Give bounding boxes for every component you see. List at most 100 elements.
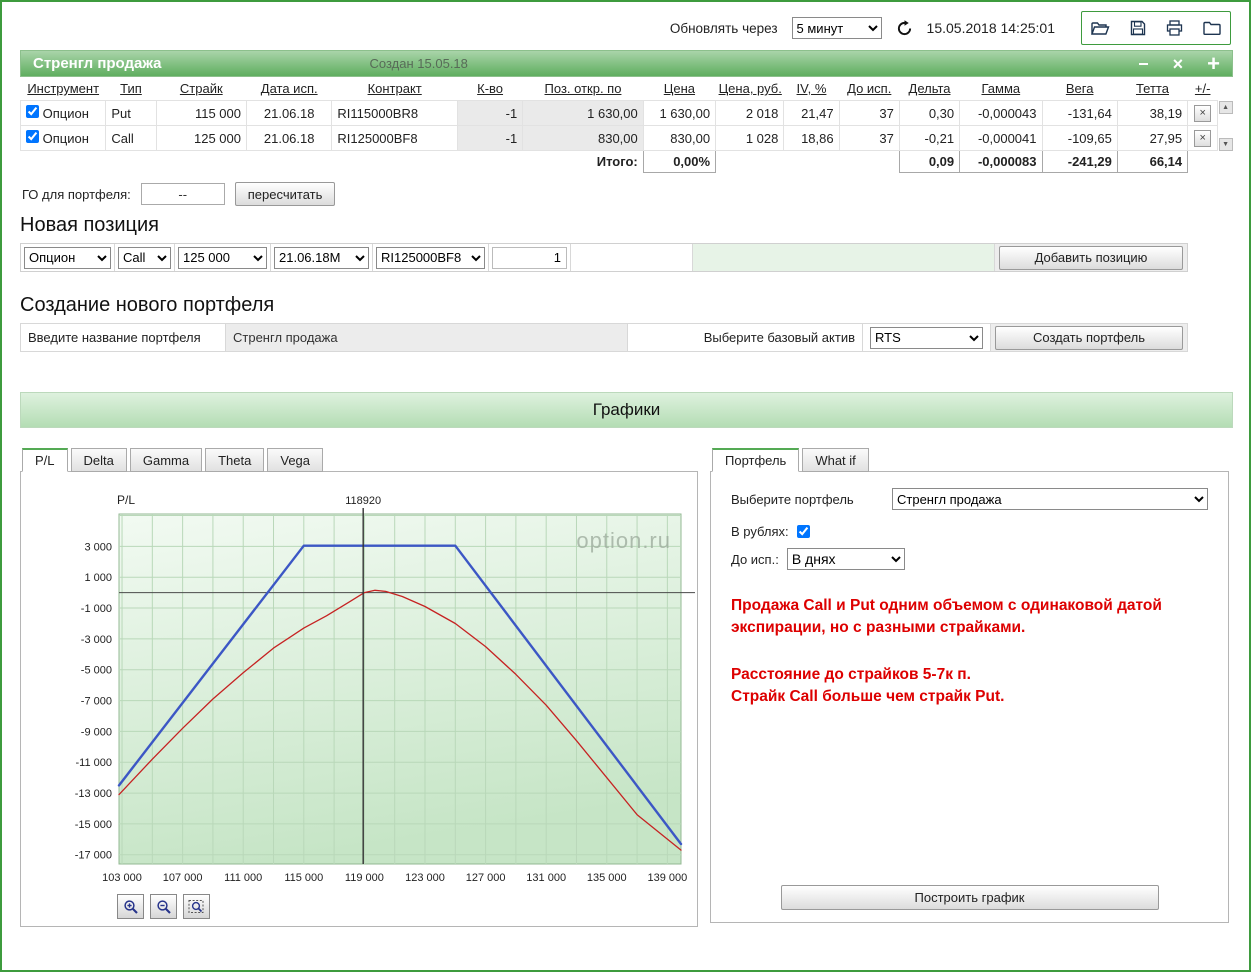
cell-gamma: -0,000041 bbox=[959, 125, 1043, 151]
col-header-iv[interactable]: IV, % bbox=[784, 77, 839, 101]
table-scrollbar[interactable]: ▲ ▼ bbox=[1218, 100, 1233, 151]
row-checkbox[interactable] bbox=[26, 130, 39, 143]
cell-qty[interactable]: -1 bbox=[456, 100, 524, 126]
svg-text:1 000: 1 000 bbox=[84, 572, 112, 584]
cell-vega: -131,64 bbox=[1041, 100, 1118, 126]
portfolio-name-input[interactable] bbox=[226, 324, 628, 351]
zoom-out-icon bbox=[156, 899, 171, 914]
cell-type: Call bbox=[105, 125, 157, 151]
create-portfolio-button[interactable]: Создать портфель bbox=[995, 325, 1183, 350]
charts-band-title: Графики bbox=[592, 400, 661, 419]
svg-text:139 000: 139 000 bbox=[647, 872, 687, 884]
zoom-in-button[interactable] bbox=[117, 894, 144, 919]
add-position-button[interactable]: Добавить позицию bbox=[999, 245, 1183, 270]
cell-delta: -0,21 bbox=[898, 125, 961, 151]
portfolios-folder-button[interactable] bbox=[1200, 16, 1224, 40]
cell-open-pos[interactable]: 830,00 bbox=[522, 125, 644, 151]
col-header-contract[interactable]: Контракт bbox=[332, 77, 458, 101]
positions-table: Инструмент Тип Страйк Дата исп. Контракт… bbox=[19, 77, 1234, 173]
totals-row: Итого: 0,00% 0,09 -0,000083 -241,29 66,1… bbox=[21, 150, 1234, 173]
rubles-checkbox[interactable] bbox=[796, 525, 810, 538]
delete-row-button[interactable]: × bbox=[1194, 129, 1212, 147]
refresh-interval-label: Обновлять через bbox=[669, 20, 778, 36]
build-chart-button[interactable]: Построить график bbox=[780, 885, 1159, 910]
days-label: До исп.: bbox=[731, 551, 779, 567]
cell-iv: 21,47 bbox=[783, 100, 840, 126]
col-header-price[interactable]: Цена bbox=[643, 77, 715, 101]
close-button[interactable]: × bbox=[1173, 55, 1184, 73]
scroll-down-icon[interactable]: ▼ bbox=[1218, 137, 1233, 151]
cell-delta: 0,30 bbox=[898, 100, 961, 126]
portfolio-select[interactable]: Стренгл продажа bbox=[892, 488, 1208, 510]
note-line-1: Продажа Call и Put одним объемом с одина… bbox=[731, 597, 1162, 637]
col-header-instrument[interactable]: Инструмент bbox=[21, 77, 106, 101]
col-header-qty[interactable]: К-во bbox=[457, 77, 522, 101]
tab-what-if[interactable]: What if bbox=[802, 448, 869, 472]
cell-contract: RI125000BF8 bbox=[331, 125, 458, 151]
svg-text:103 000: 103 000 bbox=[102, 872, 142, 884]
np-date-select[interactable]: 21.06.18M bbox=[274, 246, 369, 269]
save-button[interactable] bbox=[1126, 16, 1150, 40]
svg-text:111 000: 111 000 bbox=[224, 872, 262, 884]
np-type-select[interactable]: Call bbox=[118, 246, 171, 269]
cell-strike: 125 000 bbox=[155, 125, 248, 151]
tab-gamma[interactable]: Gamma bbox=[129, 448, 203, 472]
charts-area: P/L Delta Gamma Theta Vega 3 000 1 000 -1 … bbox=[20, 448, 1233, 927]
rubles-label: В рублях: bbox=[731, 524, 789, 539]
col-header-gamma[interactable]: Гамма bbox=[960, 77, 1042, 101]
svg-text:P/L: P/L bbox=[117, 493, 135, 507]
col-header-plusminus[interactable]: +/- bbox=[1188, 77, 1218, 101]
col-header-exp-date[interactable]: Дата исп. bbox=[247, 77, 332, 101]
cell-qty[interactable]: -1 bbox=[456, 125, 524, 151]
base-asset-select[interactable]: RTS bbox=[870, 326, 983, 349]
cell-open-pos[interactable]: 1 630,00 bbox=[522, 100, 644, 126]
tab-vega[interactable]: Vega bbox=[267, 448, 324, 472]
folder-icon bbox=[1202, 21, 1221, 35]
col-header-days[interactable]: До исп. bbox=[839, 77, 899, 101]
tab-portfolio[interactable]: Портфель bbox=[712, 448, 800, 472]
svg-text:-5 000: -5 000 bbox=[81, 665, 112, 677]
col-header-type[interactable]: Тип bbox=[106, 77, 156, 101]
instrument-label: Опцион bbox=[42, 106, 89, 121]
refresh-interval-select[interactable]: 5 минут bbox=[791, 17, 882, 39]
np-instrument-select[interactable]: Опцион bbox=[24, 246, 111, 269]
col-header-open-pos[interactable]: Поз. откр. по bbox=[523, 77, 644, 101]
tab-delta[interactable]: Delta bbox=[70, 448, 127, 472]
minimize-button[interactable]: − bbox=[1138, 55, 1149, 73]
recalculate-button[interactable]: пересчитать bbox=[234, 182, 336, 206]
zoom-out-button[interactable] bbox=[150, 894, 177, 919]
col-header-price-rub[interactable]: Цена, руб. bbox=[716, 77, 784, 101]
col-header-strike[interactable]: Страйк bbox=[156, 77, 246, 101]
refresh-button[interactable] bbox=[896, 19, 913, 37]
col-header-vega[interactable]: Вега bbox=[1042, 77, 1117, 101]
svg-text:123 000: 123 000 bbox=[405, 872, 445, 884]
datetime-label: 15.05.2018 14:25:01 bbox=[926, 20, 1055, 36]
instrument-label: Опцион bbox=[42, 131, 89, 146]
days-select[interactable]: В днях bbox=[786, 548, 905, 570]
tab-theta[interactable]: Theta bbox=[205, 448, 265, 472]
right-tabs: Портфель What if bbox=[710, 448, 1229, 472]
cell-delete: × bbox=[1187, 100, 1219, 126]
np-qty-input[interactable] bbox=[492, 246, 567, 269]
chart-tabs: P/L Delta Gamma Theta Vega bbox=[20, 448, 698, 472]
col-header-theta[interactable]: Тетта bbox=[1117, 77, 1187, 101]
np-contract-select[interactable]: RI125000BF8 bbox=[376, 246, 485, 269]
tab-pl[interactable]: P/L bbox=[22, 448, 68, 472]
open-file-button[interactable] bbox=[1089, 16, 1113, 40]
cell-vega: -109,65 bbox=[1041, 125, 1118, 151]
np-strike-select[interactable]: 125 000 bbox=[178, 246, 267, 269]
open-file-icon bbox=[1091, 21, 1110, 35]
zoom-reset-button[interactable] bbox=[183, 894, 210, 919]
delete-row-button[interactable]: × bbox=[1194, 104, 1212, 122]
scroll-up-icon[interactable]: ▲ bbox=[1218, 100, 1233, 114]
charts-band: Графики bbox=[20, 392, 1233, 428]
add-panel-button[interactable]: + bbox=[1207, 52, 1220, 75]
totals-theta: 66,14 bbox=[1116, 150, 1189, 173]
svg-text:135 000: 135 000 bbox=[587, 872, 627, 884]
zoom-reset-icon bbox=[188, 899, 204, 913]
save-icon bbox=[1130, 20, 1145, 36]
row-checkbox[interactable] bbox=[26, 105, 39, 118]
svg-text:3 000: 3 000 bbox=[84, 541, 112, 553]
col-header-delta[interactable]: Дельта bbox=[899, 77, 959, 101]
print-button[interactable] bbox=[1163, 16, 1187, 40]
